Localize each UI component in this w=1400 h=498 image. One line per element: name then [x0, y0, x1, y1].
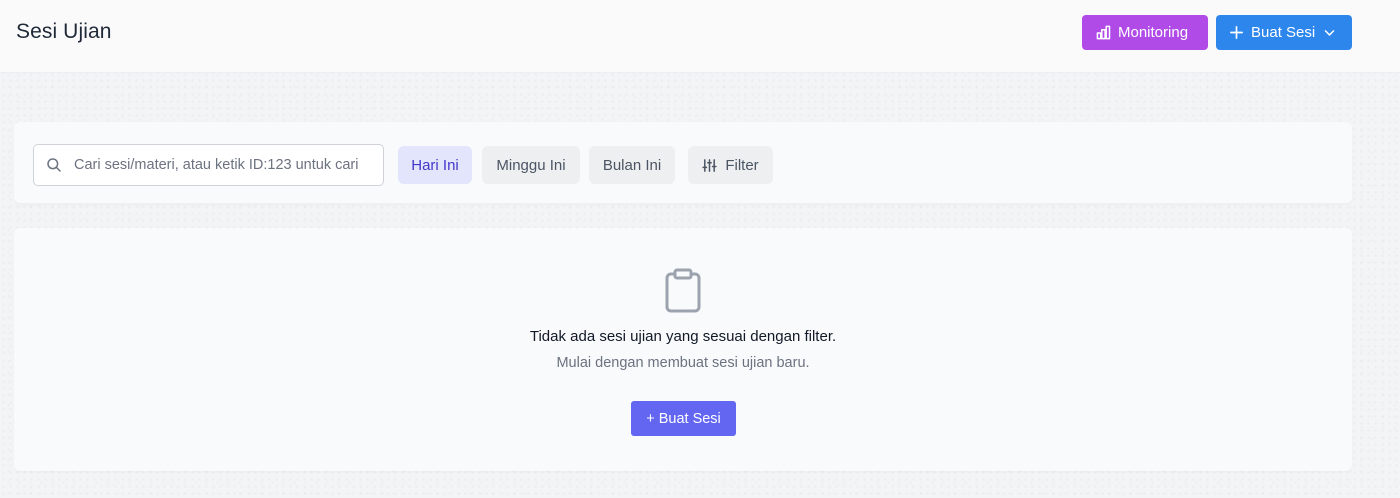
bar-chart-icon [1096, 25, 1111, 40]
clipboard-icon [665, 268, 701, 313]
sliders-icon [702, 158, 717, 172]
search-icon [47, 158, 61, 172]
create-session-label: Buat Sesi [1251, 24, 1316, 41]
empty-state-title: Tidak ada sesi ujian yang sesuai dengan … [529, 328, 837, 345]
filter-label: Filter [725, 156, 759, 174]
page-title: Sesi Ujian [16, 20, 112, 43]
plus-icon [1230, 26, 1243, 39]
search-box[interactable] [33, 144, 384, 186]
page-header: Sesi Ujian Monitoring Buat Sesi [0, 0, 1400, 73]
empty-state-subtitle: Mulai dengan membuat sesi ujian baru. [556, 355, 810, 371]
search-input[interactable] [74, 157, 374, 173]
empty-state: Tidak ada sesi ujian yang sesuai dengan … [14, 228, 1352, 471]
filter-chip-this-week[interactable]: Minggu Ini [482, 146, 580, 184]
filter-chip-this-month[interactable]: Bulan Ini [589, 146, 675, 184]
create-session-dropdown-button[interactable]: Buat Sesi [1216, 15, 1352, 50]
filter-chip-today[interactable]: Hari Ini [398, 146, 472, 184]
monitoring-label: Monitoring [1118, 24, 1189, 41]
chevron-down-icon [1324, 30, 1335, 36]
create-session-button[interactable]: + Buat Sesi [631, 401, 736, 436]
filter-button[interactable]: Filter [688, 146, 773, 184]
monitoring-button[interactable]: Monitoring [1082, 15, 1208, 50]
filter-bar: Hari Ini Minggu Ini Bulan Ini Filter [14, 122, 1352, 204]
